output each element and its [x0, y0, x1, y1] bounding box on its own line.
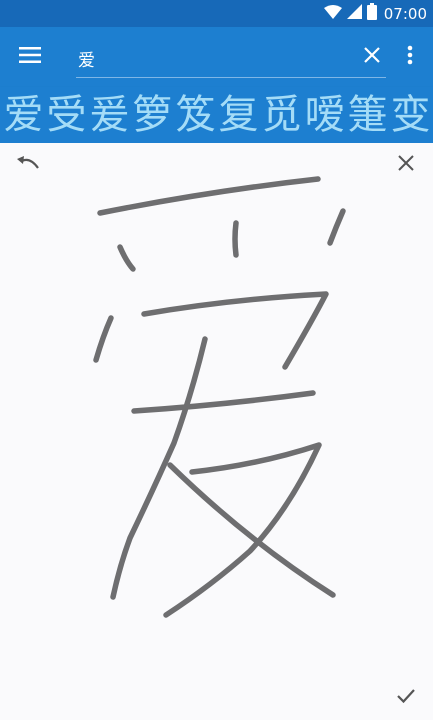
overflow-menu-button[interactable]: [398, 41, 422, 73]
undo-icon: [16, 155, 40, 175]
status-icons: 07:00: [323, 3, 427, 24]
candidate-item[interactable]: 箑: [346, 89, 389, 141]
search-input[interactable]: [76, 45, 348, 71]
ink-stroke: [93, 315, 114, 363]
candidate-item[interactable]: 爱: [2, 89, 45, 141]
check-icon: [396, 688, 416, 708]
candidate-item[interactable]: 觅: [260, 89, 303, 141]
app-bar: [0, 27, 433, 87]
status-bar: 07:00: [0, 0, 433, 27]
ink-stroke: [167, 462, 336, 598]
undo-button[interactable]: [12, 151, 44, 179]
candidate-item[interactable]: 复: [217, 89, 260, 141]
battery-icon: [366, 3, 377, 24]
candidate-item[interactable]: 嗳: [303, 89, 346, 141]
menu-button[interactable]: [12, 39, 48, 75]
close-icon: [398, 155, 414, 175]
ink-stroke: [117, 244, 136, 272]
candidate-item[interactable]: 笈: [174, 89, 217, 141]
close-icon: [364, 47, 380, 67]
ink-stroke: [327, 208, 346, 246]
candidate-item[interactable]: 箩: [131, 89, 174, 141]
ink-stroke: [110, 336, 208, 600]
ink-stroke: [97, 176, 321, 216]
clear-canvas-button[interactable]: [392, 151, 420, 179]
handwritten-strokes: [93, 176, 346, 618]
handwriting-canvas[interactable]: [0, 143, 433, 720]
candidate-item[interactable]: 变: [389, 89, 432, 141]
more-vert-icon: [407, 45, 413, 69]
wifi-icon: [323, 4, 342, 23]
ink-stroke: [232, 220, 239, 258]
done-button[interactable]: [392, 684, 420, 712]
clear-search-button[interactable]: [356, 41, 388, 73]
candidate-item[interactable]: 爰: [88, 89, 131, 141]
ink-stroke: [131, 390, 316, 414]
candidate-strip: 爱 受 爰 箩 笈 复 觅 嗳 箑 变: [0, 87, 433, 143]
status-time: 07:00: [383, 4, 427, 23]
candidate-item[interactable]: 受: [45, 89, 88, 141]
ink-stroke: [141, 291, 329, 370]
hamburger-menu-icon: [19, 47, 41, 67]
search-field: [76, 41, 386, 78]
signal-icon: [346, 4, 362, 23]
